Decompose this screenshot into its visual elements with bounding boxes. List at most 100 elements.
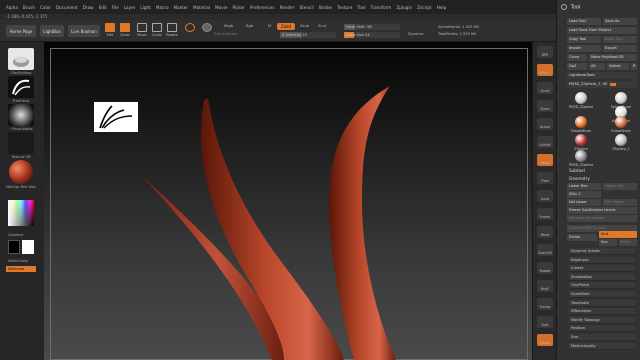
subpalette-crease[interactable]: Crease bbox=[569, 265, 635, 273]
subpalette-edgeloop[interactable]: EdgeLoop bbox=[569, 256, 635, 264]
texture-selector[interactable]: Texture Off bbox=[6, 132, 36, 159]
menu-item-stroke[interactable]: Stroke bbox=[319, 5, 332, 10]
sdiv-slider[interactable]: SDiv 2 bbox=[567, 191, 601, 198]
subpalette-dynamic-subdiv[interactable]: Dynamic Subdiv bbox=[569, 248, 635, 255]
transform-gizmo-tool[interactable] bbox=[183, 23, 197, 39]
export-button[interactable]: Export bbox=[603, 45, 637, 52]
visible-button[interactable]: Visible bbox=[607, 63, 629, 70]
reuv-button[interactable]: ReUV bbox=[619, 239, 637, 246]
goz-button[interactable]: GoZ bbox=[567, 63, 587, 70]
menu-item-light[interactable]: Light bbox=[140, 5, 150, 10]
subpalette-meshintegrity[interactable]: MeshIntegrity bbox=[569, 342, 635, 350]
view-button-actual[interactable]: Actual bbox=[537, 118, 553, 130]
viewport-canvas[interactable] bbox=[44, 42, 532, 360]
subpalette-zremesher[interactable]: ZRemesher bbox=[569, 308, 635, 316]
clay-model-render[interactable] bbox=[44, 42, 532, 360]
m-toggle[interactable]: M bbox=[268, 24, 271, 28]
subpalette-claypolish[interactable]: ClayPolish bbox=[569, 282, 635, 290]
main-color-swatch[interactable] bbox=[8, 240, 20, 254]
import-button[interactable]: Import bbox=[567, 45, 601, 52]
view-button-bpr[interactable]: BPR bbox=[537, 46, 553, 58]
subpalette-position[interactable]: Position bbox=[569, 325, 635, 333]
menu-item-preferences[interactable]: Preferences bbox=[250, 5, 275, 10]
menu-item-zplugin[interactable]: Zplugin bbox=[396, 5, 412, 10]
menu-item-marker[interactable]: Marker bbox=[174, 5, 188, 10]
tool-thumb-pm3d-zsphere[interactable]: PM3D_ZSphere bbox=[569, 150, 593, 170]
view-button-spix-3[interactable]: SPix 3 bbox=[537, 64, 553, 76]
paste-tool-button[interactable]: Paste Tool bbox=[603, 36, 637, 43]
scale-tool[interactable]: Scale bbox=[150, 23, 164, 39]
view-button-transp[interactable]: Transp bbox=[537, 298, 553, 310]
brush-selector[interactable]: ClayBuildup bbox=[6, 48, 36, 75]
rgb-toggle[interactable]: Rgb bbox=[246, 24, 253, 28]
subtool-header[interactable]: Subtool bbox=[569, 168, 585, 173]
menu-item-file[interactable]: File bbox=[112, 5, 119, 10]
view-button-scroll[interactable]: Scroll bbox=[537, 82, 553, 94]
stroke-selector[interactable]: FreeHand bbox=[6, 76, 36, 103]
menu-item-layer[interactable]: Layer bbox=[124, 5, 136, 10]
menu-item-document[interactable]: Document bbox=[56, 5, 78, 10]
tool-thumb-eraserbrush[interactable]: EraserBrush bbox=[609, 116, 633, 136]
view-button-persp[interactable]: Persp bbox=[537, 154, 553, 166]
home-page-button[interactable]: Home Page bbox=[6, 25, 36, 37]
view-button-solo[interactable]: Solo bbox=[537, 316, 553, 328]
menu-item-draw[interactable]: Draw bbox=[83, 5, 94, 10]
menu-item-zscript[interactable]: Zscript bbox=[417, 5, 432, 10]
color-picker[interactable] bbox=[6, 200, 36, 226]
edit-tool[interactable]: Edit bbox=[103, 23, 117, 39]
zcut-button[interactable]: Zcut bbox=[318, 24, 326, 28]
menu-item-picker[interactable]: Picker bbox=[232, 5, 244, 10]
view-button-polyf[interactable]: PolyF bbox=[537, 280, 553, 292]
menu-item-help[interactable]: Help bbox=[437, 5, 447, 10]
menu-item-color[interactable]: Color bbox=[40, 5, 51, 10]
focal-shift-slider[interactable]: Focal Shift -56 bbox=[344, 24, 400, 30]
alpha-selector[interactable]: ~BrushAlpha bbox=[6, 104, 36, 131]
rotate-tool[interactable]: Rotate bbox=[165, 23, 179, 39]
view-button-floor[interactable]: Floor bbox=[537, 172, 553, 184]
load-tools-from-project-button[interactable]: Load Tools From Project bbox=[567, 27, 637, 34]
lightbox-button[interactable]: LightBox bbox=[40, 25, 64, 37]
zsub-button[interactable]: Zsub bbox=[300, 24, 309, 28]
menu-item-brush[interactable]: Brush bbox=[23, 5, 35, 10]
subpalette-shadowbox[interactable]: ShadowBox bbox=[569, 273, 635, 281]
view-button-frame[interactable]: Frame bbox=[537, 208, 553, 220]
smt-toggle[interactable]: Smt bbox=[599, 231, 637, 238]
view-button-zoom3d[interactable]: Zoom3D bbox=[537, 244, 553, 256]
view-button-move[interactable]: Move bbox=[537, 226, 553, 238]
menu-item-render[interactable]: Render bbox=[280, 5, 295, 10]
draw-tool[interactable]: Draw bbox=[118, 23, 132, 39]
view-button-xpose[interactable]: Xpose bbox=[537, 334, 553, 346]
suv-toggle[interactable]: Suv bbox=[599, 239, 617, 246]
subpalette-modify-topology[interactable]: Modify Topology bbox=[569, 316, 635, 324]
menu-item-edit[interactable]: Edit bbox=[99, 5, 107, 10]
higher-res-button[interactable]: Higher Res bbox=[603, 183, 637, 190]
subpalette-dynamesh[interactable]: DynaMesh bbox=[569, 291, 635, 298]
menu-item-tool[interactable]: Tool bbox=[357, 5, 365, 10]
palette-pin-icon[interactable] bbox=[561, 4, 567, 10]
menu-item-material[interactable]: Material bbox=[193, 5, 210, 10]
view-button-local[interactable]: Local bbox=[537, 190, 553, 202]
switch-color-button[interactable]: SwitchColor bbox=[6, 258, 36, 263]
geometry-header[interactable]: Geometry bbox=[569, 176, 590, 181]
menu-item-movie[interactable]: Movie bbox=[215, 5, 227, 10]
view-button-aahalf[interactable]: AAHalf bbox=[537, 136, 553, 148]
freeze-subdivision-button[interactable]: Freeze SubDivision Levels bbox=[567, 207, 637, 214]
tool-thumb-zsphere-1[interactable]: ZSphere_1 bbox=[609, 134, 633, 154]
material-sphere[interactable] bbox=[200, 23, 214, 39]
save-as-button[interactable]: Save As bbox=[603, 18, 637, 25]
move-tool[interactable]: Move bbox=[135, 23, 149, 39]
menu-item-alpha[interactable]: Alpha bbox=[6, 5, 18, 10]
make-polymesh-button[interactable]: Make PolyMesh3D bbox=[589, 54, 637, 61]
color-palette-icon[interactable] bbox=[8, 200, 34, 226]
subpalette-tessimate[interactable]: Tessimate bbox=[569, 299, 635, 307]
menu-item-transform[interactable]: Transform bbox=[370, 5, 391, 10]
secondary-color-swatch[interactable] bbox=[22, 240, 34, 254]
zadd-button[interactable]: Zadd bbox=[277, 23, 295, 30]
tool-thumb-pm3d-zsphere[interactable]: PM3D_ZSphere bbox=[569, 92, 593, 112]
main-secondary-colors[interactable] bbox=[6, 240, 36, 254]
view-button-rotate[interactable]: Rotate bbox=[537, 262, 553, 274]
draw-size-slider[interactable]: Draw Size 24 bbox=[344, 32, 400, 38]
lightbox-tools-button[interactable]: Lightbox▸Tools bbox=[567, 72, 637, 79]
view-button-zoom[interactable]: Zoom bbox=[537, 100, 553, 112]
menu-item-stencil[interactable]: Stencil bbox=[299, 5, 313, 10]
